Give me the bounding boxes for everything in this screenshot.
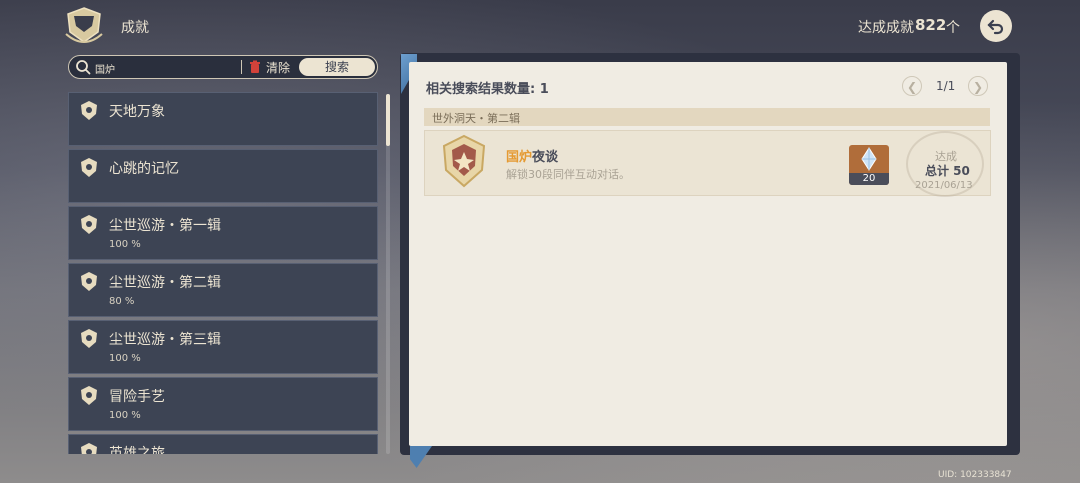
uid-label: UID: 102333847 <box>938 470 1012 480</box>
category-item[interactable]: 尘世巡游・第二辑 80 % <box>68 263 378 317</box>
clear-button-label: 清除 <box>266 60 291 75</box>
category-badge-icon <box>81 329 97 348</box>
category-progress: 100 % <box>109 239 141 250</box>
category-badge-icon <box>81 158 97 177</box>
category-item[interactable]: 英雄之旅 <box>68 434 378 454</box>
page-indicator: 1/1 <box>936 79 956 93</box>
achievement-count: 822 <box>915 16 947 34</box>
category-list: 天地万象 心跳的记忆 尘世巡游・第一辑 100 % 尘世巡游・第二辑 80 % … <box>68 92 378 454</box>
category-progress: 100 % <box>109 410 141 421</box>
category-name: 天地万象 <box>109 104 165 120</box>
category-name: 尘世巡游・第三辑 <box>109 332 221 348</box>
achievement-count-unit: 个 <box>946 20 960 36</box>
category-badge-icon <box>81 386 97 405</box>
achievement-count-label: 达成成就 <box>858 20 914 36</box>
achievement-medal-icon <box>442 134 486 188</box>
reward-item: 20 <box>849 145 889 185</box>
category-item[interactable]: 冒险手艺 100 % <box>68 377 378 431</box>
prev-page-button[interactable]: ❮ <box>902 76 922 96</box>
search-bar: 国炉 清除 搜索 <box>68 55 378 79</box>
search-divider <box>241 60 242 74</box>
chevron-right-icon: ❯ <box>972 80 984 94</box>
chevron-left-icon: ❮ <box>906 80 918 94</box>
category-name: 心跳的记忆 <box>109 161 179 177</box>
category-name: 尘世巡游・第二辑 <box>109 275 221 291</box>
category-item[interactable]: 尘世巡游・第一辑 100 % <box>68 206 378 260</box>
result-group-header: 世外洞天・第二辑 <box>424 108 990 126</box>
category-name: 冒险手艺 <box>109 389 165 405</box>
back-button[interactable] <box>980 10 1012 42</box>
page-title: 成就 <box>121 20 149 36</box>
category-badge-icon <box>81 443 97 454</box>
category-item[interactable]: 尘世巡游・第三辑 100 % <box>68 320 378 374</box>
result-group-title: 世外洞天・第二辑 <box>432 112 520 125</box>
search-button[interactable]: 搜索 <box>299 58 375 76</box>
category-badge-icon <box>81 101 97 120</box>
category-badge-icon <box>81 272 97 291</box>
category-name: 尘世巡游・第一辑 <box>109 218 221 234</box>
primogem-icon <box>861 147 877 171</box>
list-scrollbar-thumb[interactable] <box>386 94 390 146</box>
category-item[interactable]: 天地万象 <box>68 92 378 146</box>
achievement-title-highlight: 国炉 <box>506 150 533 165</box>
list-scrollbar-track[interactable] <box>386 94 390 454</box>
category-name: 英雄之旅 <box>109 446 165 454</box>
category-badge-icon <box>81 215 97 234</box>
achievement-title: 国炉夜谈 <box>506 146 558 165</box>
completion-total: 总计 50 <box>925 164 970 178</box>
category-item[interactable]: 心跳的记忆 <box>68 149 378 203</box>
category-progress: 100 % <box>109 353 141 364</box>
result-count: 相关搜索结果数量: 1 <box>426 82 549 97</box>
reward-amount: 20 <box>849 173 889 185</box>
next-page-button[interactable]: ❯ <box>968 76 988 96</box>
back-arrow-icon <box>987 19 1004 35</box>
category-progress: 80 % <box>109 296 135 307</box>
search-icon <box>76 60 91 75</box>
search-input[interactable]: 国炉 <box>95 61 115 76</box>
trash-icon <box>250 60 260 73</box>
achievement-title-rest: 夜谈 <box>532 150 559 165</box>
achievement-description: 解锁30段同伴互动对话。 <box>506 168 630 181</box>
completion-date: 2021/06/13 <box>915 180 973 191</box>
clear-button[interactable]: 清除 <box>249 58 290 76</box>
achievement-emblem-icon <box>65 7 103 43</box>
